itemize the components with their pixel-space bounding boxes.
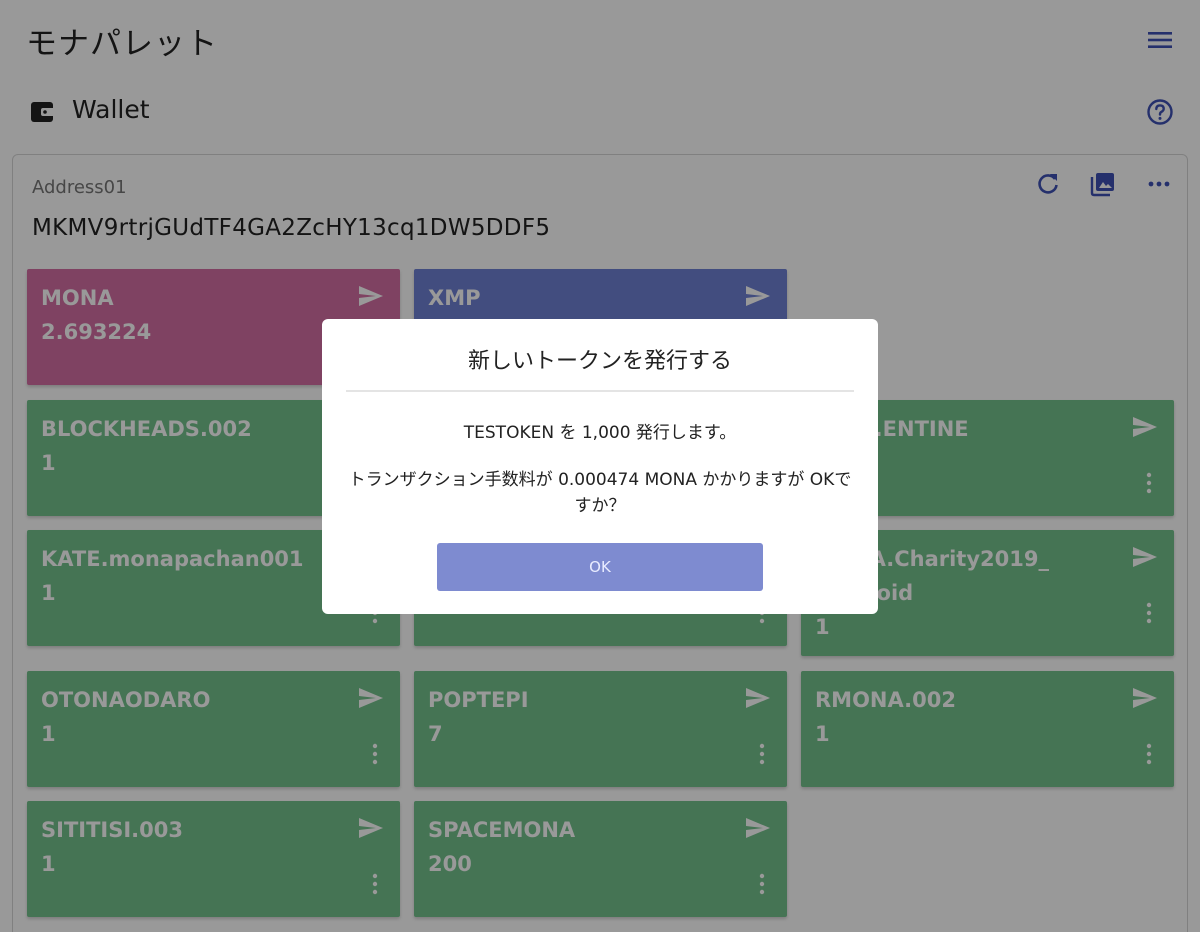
dialog-divider	[346, 390, 854, 392]
ok-button[interactable]: OK	[437, 543, 763, 591]
dialog-message-fee: トランザクション手数料が 0.000474 MONA かかりますが OKですか？	[348, 470, 852, 516]
dialog-title: 新しいトークンを発行する	[467, 349, 732, 374]
issue-token-dialog: 新しいトークンを発行する TESTOKEN を 1,000 発行します。 トラン…	[322, 319, 878, 614]
dialog-message-issue: TESTOKEN を 1,000 発行します。	[463, 423, 737, 443]
app-root: モナパレット Wallet Address01 MKMV9rtrjGUdTF4G…	[0, 0, 1200, 932]
